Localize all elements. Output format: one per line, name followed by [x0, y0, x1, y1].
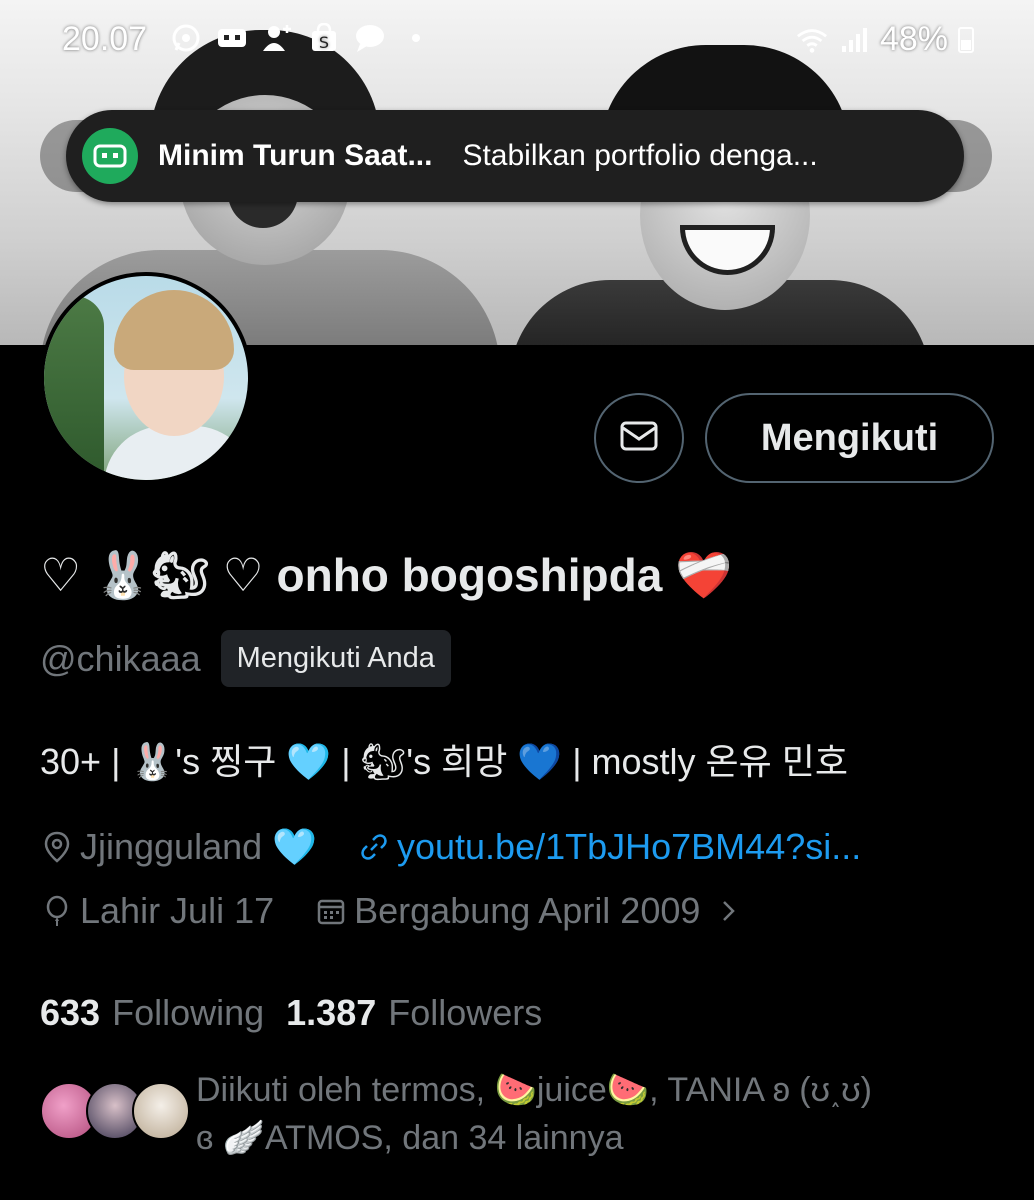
envelope-icon: [619, 420, 659, 457]
battery-percent: 48%: [879, 20, 948, 58]
followers-stat[interactable]: 1.387 Followers: [286, 992, 542, 1034]
chevron-right-icon: [712, 894, 746, 928]
follow-stats: 633 Following 1.387 Followers: [40, 992, 542, 1034]
calendar-icon: [314, 894, 348, 928]
birthday-item: Lahir Juli 17: [40, 890, 274, 932]
joined-item[interactable]: Bergabung April 2009: [314, 890, 752, 932]
location-item: Jjingguland 🩵: [40, 826, 317, 868]
followed-by-section[interactable]: Diikuti oleh termos, 🍉juice🍉, TANIA ʚ (ʊ…: [40, 1066, 1000, 1166]
profile-bio: 30+ | 🐰's 찡구 🩵 | 🐿's 희망 💙 | mostly 온유 민호: [40, 741, 849, 782]
status-bar: 20.07 S 48%: [0, 0, 1034, 80]
add-person-icon: [262, 22, 294, 54]
display-name: ♡ 🐰🐿 ♡ onho bogoshipda ❤️‍🩹: [40, 549, 733, 601]
followed-by-text: Diikuti oleh termos, 🍉juice🍉, TANIA ʚ (ʊ…: [196, 1066, 996, 1162]
following-label: Following: [112, 992, 265, 1033]
mutual-avatar: [132, 1082, 190, 1140]
status-notification-icons: S: [170, 22, 432, 54]
meta-row-dates: Lahir Juli 17 Bergabung April 2009: [40, 890, 752, 932]
birthday-text: Lahir Juli 17: [80, 890, 275, 931]
followers-label: Followers: [388, 992, 543, 1033]
status-time: 20.07: [62, 20, 148, 58]
status-right: 48%: [796, 20, 974, 59]
link-icon: [357, 830, 391, 864]
meta-row-location: Jjingguland 🩵 youtu.be/1TbJHo7BM44?si...: [40, 826, 861, 868]
following-button[interactable]: Mengikuti: [705, 393, 994, 483]
signal-icon: [838, 24, 870, 56]
app-notification-icon: [82, 128, 138, 184]
profile-avatar[interactable]: [40, 272, 252, 484]
mutual-avatars: [40, 1082, 190, 1142]
chat-bubble-icon: [354, 22, 386, 54]
followed-by-line-2: ɞ 🪽ATMOS, dan 34 lainnya: [196, 1119, 624, 1157]
notification-body: Stabilkan portfolio denga...: [462, 139, 818, 172]
follows-you-badge: Mengikuti Anda: [220, 630, 451, 687]
location-text: Jjingguland 🩵: [80, 826, 317, 867]
shop-bag-icon: S: [308, 22, 340, 54]
wifi-icon: [796, 24, 828, 56]
notification-title: Minim Turun Saat...: [158, 139, 433, 172]
message-button[interactable]: [594, 393, 684, 483]
website-item[interactable]: youtu.be/1TbJHo7BM44?si...: [357, 826, 861, 868]
balloon-icon: [40, 894, 74, 928]
dot-icon: [400, 22, 432, 54]
handle-row: @chikaaa Mengikuti Anda: [40, 630, 451, 687]
svg-text:S: S: [319, 33, 329, 52]
location-pin-icon: [40, 830, 74, 864]
followers-count: 1.387: [286, 992, 377, 1033]
following-stat[interactable]: 633 Following: [40, 992, 264, 1034]
heads-up-notification[interactable]: Minim Turun Saat... Stabilkan portfolio …: [66, 110, 964, 202]
profile-page: 20.07 S 48% Minim Turun Saat... Stabilka…: [0, 0, 1034, 1200]
whatsapp-icon: [170, 22, 202, 54]
website-link[interactable]: youtu.be/1TbJHo7BM44?si...: [397, 826, 861, 868]
joined-text: Bergabung April 2009: [354, 890, 701, 931]
following-count: 633: [40, 992, 101, 1033]
followed-by-line-1: Diikuti oleh termos, 🍉juice🍉, TANIA ʚ (ʊ…: [196, 1071, 872, 1109]
app-icon: [216, 22, 248, 54]
battery-icon: [958, 26, 974, 53]
user-handle: @chikaaa: [40, 637, 201, 679]
